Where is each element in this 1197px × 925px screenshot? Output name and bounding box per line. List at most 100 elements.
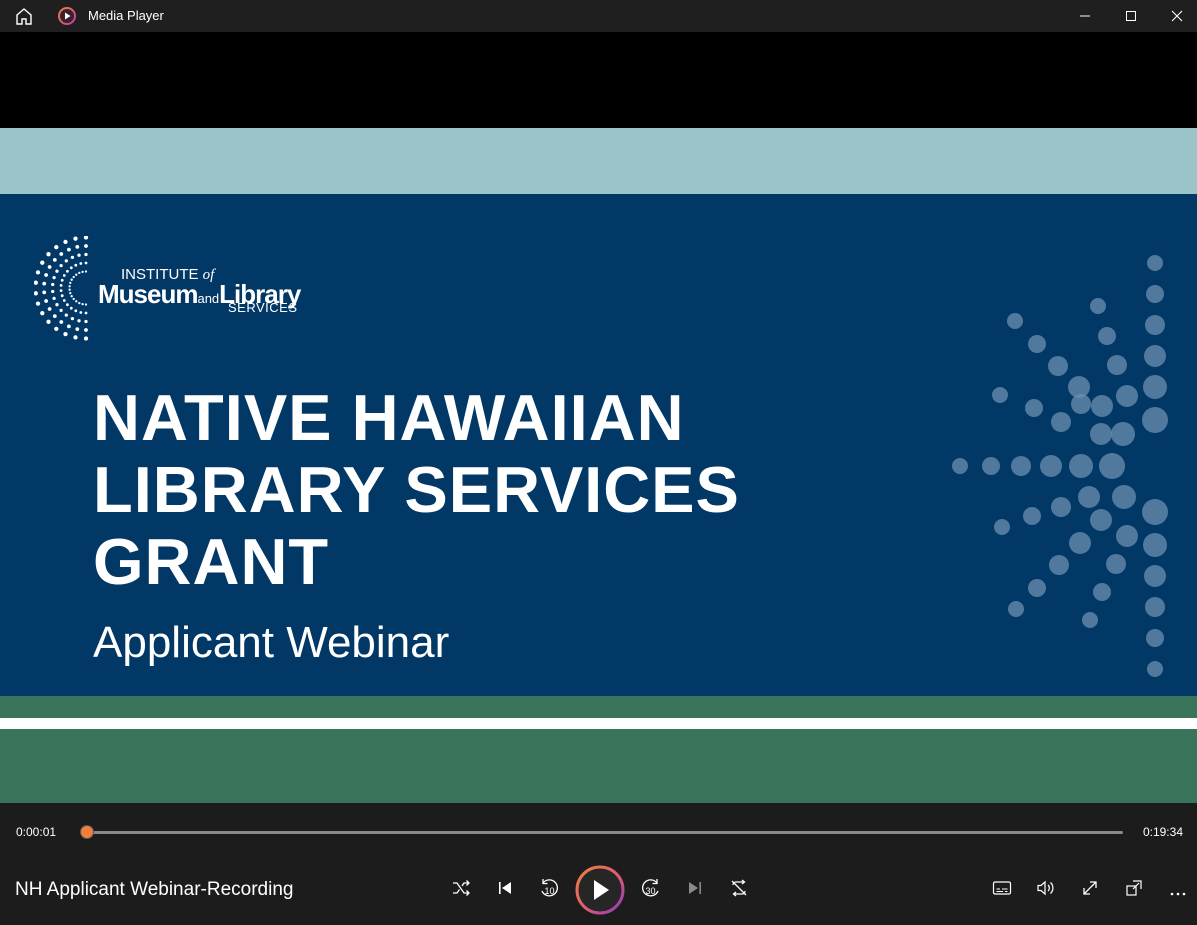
more-options-button[interactable] — [1163, 875, 1193, 905]
decorative-dot — [1145, 315, 1165, 335]
skip-forward-button[interactable]: 30 — [636, 875, 666, 905]
logo-dot — [73, 236, 78, 241]
shuffle-icon — [451, 879, 471, 901]
logo-dot — [46, 319, 51, 324]
previous-button[interactable] — [490, 875, 520, 905]
decorative-dot — [1111, 422, 1135, 446]
decorative-dot — [1144, 345, 1166, 367]
decorative-dot — [1116, 525, 1138, 547]
total-time: 0:19:34 — [1142, 825, 1183, 839]
seek-bar[interactable] — [87, 831, 1123, 834]
decorative-dot — [1040, 455, 1062, 477]
player-controls: 0:00:01 0:19:34 NH Applicant Webinar-Rec… — [0, 803, 1197, 925]
next-button[interactable] — [680, 875, 710, 905]
logo-dot — [42, 290, 47, 295]
logo-dot — [44, 299, 48, 303]
decorative-dot — [1028, 335, 1046, 353]
logo-dot — [68, 288, 71, 291]
logo-dot — [52, 296, 56, 301]
next-icon — [686, 879, 704, 901]
shuffle-button[interactable] — [446, 875, 476, 905]
decorative-dots — [952, 255, 1168, 677]
logo-dot — [84, 319, 88, 324]
repeat-button[interactable] — [724, 875, 754, 905]
decorative-dot — [1147, 661, 1163, 677]
logo-dot — [77, 319, 81, 323]
logo-dot — [63, 239, 68, 245]
slide-subtitle: Applicant Webinar — [93, 618, 450, 667]
close-button[interactable] — [1154, 0, 1197, 32]
logo-dot — [78, 301, 81, 305]
mini-player-button[interactable] — [1119, 875, 1149, 905]
fullscreen-button[interactable] — [1075, 875, 1105, 905]
logo-dot — [59, 308, 63, 313]
app-title: Media Player — [88, 8, 164, 23]
logo-museum: Museum — [98, 279, 198, 309]
logo-starburst-icon — [34, 236, 89, 341]
decorative-dot — [1145, 597, 1165, 617]
decorative-dot — [952, 458, 968, 474]
logo-dot — [66, 269, 69, 273]
video-frame[interactable]: INSTITUTE of MuseumandLibrary SERVICES N… — [0, 32, 1197, 803]
decorative-dot — [1107, 355, 1127, 375]
logo-dot — [69, 306, 73, 310]
logo-dot — [78, 271, 81, 275]
skip-back-button[interactable]: 10 — [534, 875, 564, 905]
skip-forward-label: 30 — [645, 886, 655, 896]
slide-main-panel: INSTITUTE of MuseumandLibrary SERVICES N… — [0, 194, 1197, 696]
slide-green-band-1 — [0, 696, 1197, 718]
decorative-dot — [1099, 453, 1125, 479]
volume-icon — [1036, 879, 1056, 901]
decorative-dot — [992, 387, 1008, 403]
headline-line-2: LIBRARY SERVICES — [93, 453, 740, 526]
logo-dot — [69, 281, 72, 285]
logo-dot — [66, 303, 69, 307]
logo-dot — [72, 275, 75, 279]
logo-dot — [44, 273, 48, 277]
logo-dot — [79, 262, 83, 265]
logo-dot — [84, 303, 88, 306]
logo-dot — [67, 324, 71, 329]
seek-thumb[interactable] — [80, 825, 94, 839]
maximize-button[interactable] — [1108, 0, 1154, 32]
minimize-button[interactable] — [1062, 0, 1108, 32]
logo-dot — [70, 295, 73, 298]
logo-dot — [51, 282, 55, 287]
logo-dot — [73, 335, 78, 340]
decorative-dot — [1071, 394, 1091, 414]
decorative-dot — [1091, 395, 1113, 417]
logo-dot — [46, 252, 51, 257]
decorative-dot — [1143, 375, 1167, 399]
logo-dot — [75, 327, 80, 331]
decorative-dot — [1143, 533, 1167, 557]
decorative-dot — [1090, 509, 1112, 531]
logo-dot — [55, 269, 59, 273]
logo-dot — [83, 336, 89, 341]
logo-services: SERVICES — [228, 300, 298, 315]
fullscreen-icon — [1081, 879, 1099, 901]
decorative-dot — [1144, 565, 1166, 587]
decorative-dot — [1069, 532, 1091, 554]
logo-dot — [35, 301, 41, 306]
decorative-dot — [1112, 485, 1136, 509]
logo-dot — [84, 252, 88, 257]
logo-dot — [35, 270, 41, 275]
logo-dot — [52, 258, 57, 262]
decorative-dot — [1093, 583, 1111, 601]
play-button[interactable] — [575, 865, 625, 915]
logo-dot — [54, 326, 59, 332]
subtitles-button[interactable] — [987, 875, 1017, 905]
decorative-dot — [1090, 423, 1112, 445]
decorative-dot — [1051, 412, 1071, 432]
volume-button[interactable] — [1031, 875, 1061, 905]
decorative-dot — [1106, 554, 1126, 574]
logo-dot — [47, 307, 52, 311]
slide-white-stripe — [0, 718, 1197, 729]
logo-dot — [60, 294, 64, 298]
decorative-dot — [1142, 407, 1168, 433]
home-icon[interactable] — [12, 6, 36, 26]
decorative-dot — [1078, 486, 1100, 508]
logo-dot — [47, 265, 52, 269]
decorative-dot — [1028, 579, 1046, 597]
logo-dot — [63, 331, 68, 337]
